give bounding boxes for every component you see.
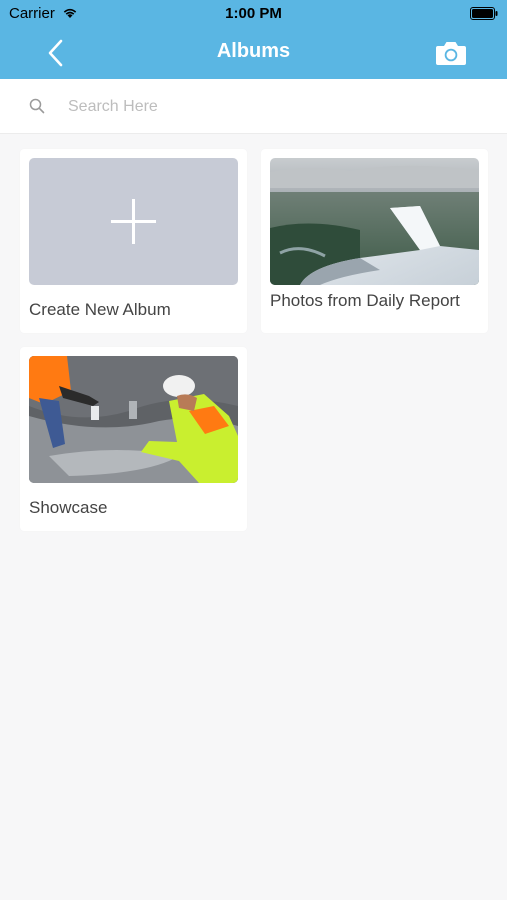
album-label: Create New Album bbox=[29, 300, 171, 319]
album-card-showcase[interactable]: Showcase bbox=[20, 347, 247, 531]
page-title: Albums bbox=[216, 40, 291, 62]
album-label: Photos from Daily Report bbox=[270, 291, 460, 310]
status-time: 1:00 PM bbox=[225, 5, 282, 22]
battery-icon bbox=[470, 7, 498, 20]
plus-icon bbox=[111, 199, 156, 244]
create-album-tile[interactable] bbox=[29, 158, 238, 285]
status-bar: Carrier 1:00 PM bbox=[0, 0, 507, 28]
search-icon bbox=[29, 98, 45, 114]
create-new-album-card[interactable]: Create New Album bbox=[20, 149, 247, 333]
camera-icon[interactable] bbox=[435, 40, 467, 66]
construction-workers-photo bbox=[29, 356, 238, 483]
search-input[interactable] bbox=[66, 93, 470, 121]
airplane-wing-photo bbox=[270, 158, 479, 285]
search-bar bbox=[0, 79, 507, 134]
top-bar: Carrier 1:00 PM Albums bbox=[0, 0, 507, 79]
album-card-daily-report[interactable]: Photos from Daily Report bbox=[261, 149, 488, 333]
album-label: Showcase bbox=[29, 498, 108, 517]
